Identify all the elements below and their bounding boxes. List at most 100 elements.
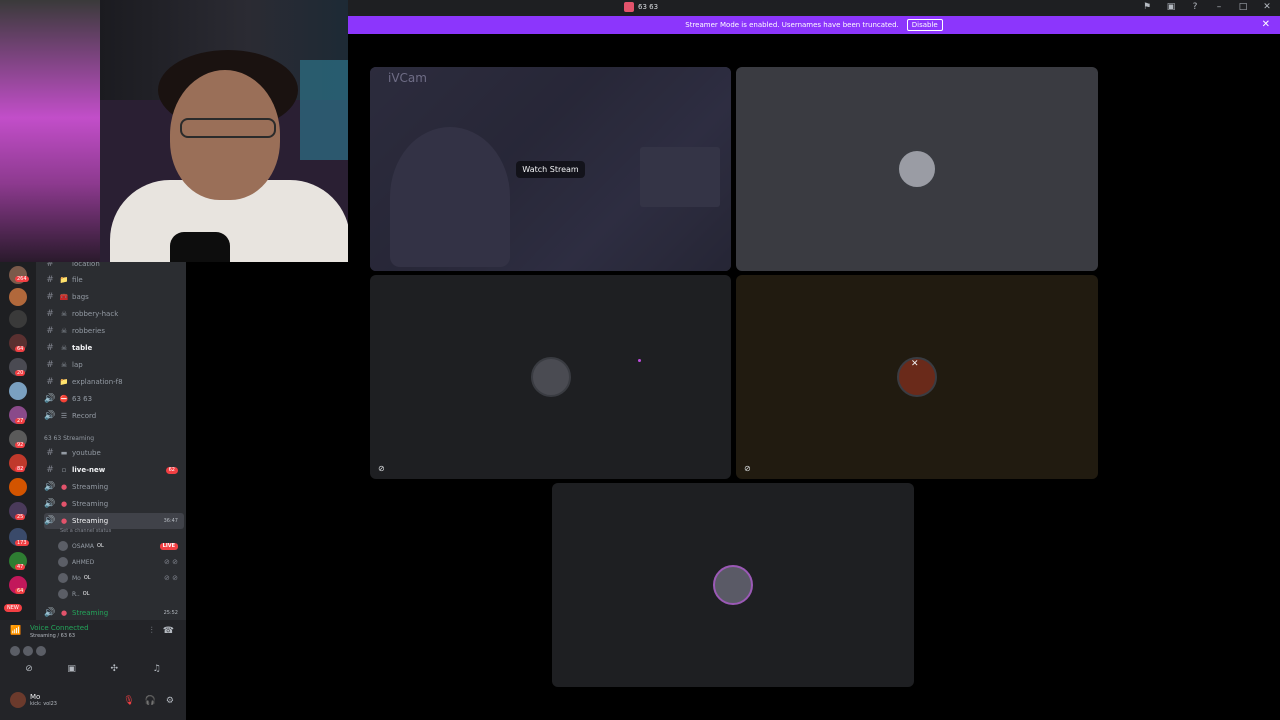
speaker-icon: 🔊 xyxy=(44,608,56,618)
server-icon[interactable] xyxy=(9,288,27,306)
voice-action-bar: ⊘ ▣ ✣ ♫ xyxy=(8,664,178,674)
window-title: 63 63 xyxy=(624,2,658,12)
channel-name: 63 63 xyxy=(72,395,93,403)
server-icon[interactable] xyxy=(9,478,27,496)
channel-item[interactable]: # ☠ robberies xyxy=(44,323,184,339)
channel-icon: # xyxy=(46,343,54,353)
speaker-icon: 🔊 xyxy=(44,516,56,526)
server-badge: 92 xyxy=(15,442,26,448)
screen-share-icon[interactable]: ▣ xyxy=(67,664,76,674)
participant-tile[interactable]: ⊘ xyxy=(370,275,731,479)
server-icon[interactable] xyxy=(9,310,27,328)
channel-emoji: 📁 xyxy=(59,378,69,386)
voice-controls: ⫶ ☎ xyxy=(151,626,174,636)
channel-name: live-new xyxy=(72,466,106,474)
channel-emoji: ☠ xyxy=(60,327,68,335)
server-badge: 27 xyxy=(15,418,26,424)
voice-channel-item[interactable]: 🔊 ● Streaming 25:52 xyxy=(44,605,184,620)
title-bar: 63 63 ⚑ ▣ ? – □ ✕ xyxy=(348,0,1280,16)
webcam-overlay xyxy=(0,0,348,262)
channel-category[interactable]: 63 63 Streaming xyxy=(44,435,94,442)
channel-item[interactable]: # ☠ robbery-hack xyxy=(44,306,184,322)
server-rail: 264 64 20 27 92 82 25 173 47 64 NEW xyxy=(0,262,36,682)
gear-icon[interactable]: ⚙ xyxy=(166,696,174,706)
channel-item[interactable]: # ☠ table xyxy=(44,340,184,356)
channel-item[interactable]: # ☠ lap xyxy=(44,357,184,373)
voice-channel-item[interactable]: 🔊 ● Streaming xyxy=(44,496,184,512)
server-icon[interactable] xyxy=(9,382,27,400)
channel-item[interactable]: # ▫ live-new 62 xyxy=(44,462,184,478)
close-window-icon[interactable]: ✕ xyxy=(1260,2,1274,12)
watch-stream-button[interactable]: Watch Stream xyxy=(516,160,585,178)
new-servers-badge[interactable]: NEW xyxy=(4,604,22,612)
maximize-icon[interactable]: □ xyxy=(1236,2,1250,12)
channel-emoji: ▬ xyxy=(60,449,68,457)
banner-close-icon[interactable]: ✕ xyxy=(1262,19,1270,30)
participant-tile[interactable] xyxy=(552,483,914,687)
signal-icon[interactable]: 📶 xyxy=(10,626,21,636)
avatar xyxy=(530,357,571,397)
voice-user[interactable]: OSAMA OL LIVE xyxy=(58,539,182,553)
noise-suppression-icon[interactable]: ⫶ xyxy=(151,626,153,636)
camera-off-icon[interactable]: ⊘ xyxy=(25,664,33,674)
channel-item[interactable]: # 📁 explanation-f8 xyxy=(44,374,184,390)
channel-item[interactable]: # 🧰 bags xyxy=(44,289,184,305)
disconnect-icon[interactable]: ☎ xyxy=(163,626,174,636)
activities-icon[interactable]: ✣ xyxy=(111,664,119,674)
speaker-icon: 🔊 xyxy=(44,499,56,509)
participant-tile[interactable] xyxy=(736,67,1098,271)
user-name: R.. xyxy=(72,590,80,598)
live-badge: LIVE xyxy=(159,542,178,550)
participant-tile[interactable]: ✕ ⊘ xyxy=(736,275,1098,479)
user-name: Mo xyxy=(72,574,81,582)
voice-channel-item[interactable]: 🔊 ● Streaming xyxy=(44,479,184,495)
stream-tile[interactable]: iVCam Watch Stream xyxy=(370,67,731,271)
channel-emoji: ☠ xyxy=(60,344,68,352)
active-voice-channel[interactable]: 🔊 ● Streaming 36:47 xyxy=(44,513,184,529)
voice-location[interactable]: Streaming / 63 63 xyxy=(30,633,75,639)
server-badge: 82 xyxy=(15,466,26,472)
speaker-icon: 🔊 xyxy=(44,411,56,421)
avatar xyxy=(58,557,68,567)
user-name: OSAMA xyxy=(72,542,95,550)
channel-emoji: ☠ xyxy=(60,310,68,318)
voice-user[interactable]: AHMED ⊘ ⊘ xyxy=(58,555,182,569)
mention-count-badge: 62 xyxy=(165,466,178,474)
channel-name: Streaming xyxy=(72,500,109,508)
flag-icon[interactable]: ⚑ xyxy=(1140,2,1154,12)
channel-status[interactable]: Set a channel status xyxy=(60,528,111,534)
avatar xyxy=(23,646,33,656)
channel-emoji: ☰ xyxy=(60,412,68,420)
channel-item[interactable]: # 📁 file xyxy=(44,272,184,288)
channel-timer: 25:52 xyxy=(163,610,178,616)
channel-icon: # xyxy=(46,465,54,475)
channel-icon: # xyxy=(46,262,54,269)
channel-item[interactable]: # ▬ youtube xyxy=(44,445,184,461)
minimize-icon[interactable]: – xyxy=(1212,2,1226,12)
deafened-icon[interactable]: 🎧 xyxy=(145,696,156,706)
channel-name: bags xyxy=(72,293,89,301)
streamer-mode-banner: Streamer Mode is enabled. Usernames have… xyxy=(348,16,1280,34)
help-icon[interactable]: ? xyxy=(1188,2,1202,12)
mic-muted-icon[interactable]: 🎙 xyxy=(123,696,134,706)
channel-emoji: ▫ xyxy=(61,466,67,474)
user-panel[interactable]: Mo kick: vol23 xyxy=(10,692,57,708)
inbox-icon[interactable]: ▣ xyxy=(1164,2,1178,12)
channel-icon: # xyxy=(46,275,54,285)
user-tag: OL xyxy=(82,591,90,597)
channel-icon: # xyxy=(46,448,54,458)
disable-button[interactable]: Disable xyxy=(906,19,943,31)
channel-item[interactable]: # location xyxy=(44,262,184,272)
camera-off-icon: ⊘ xyxy=(744,464,751,473)
avatar xyxy=(10,692,26,708)
channel-name: Streaming xyxy=(72,517,109,525)
channel-emoji: 🧰 xyxy=(59,293,69,301)
voice-channel-item[interactable]: 🔊 ⛔ 63 63 xyxy=(44,391,184,407)
channel-emoji: ● xyxy=(60,483,68,491)
voice-participants xyxy=(10,646,46,656)
soundboard-icon[interactable]: ♫ xyxy=(153,664,161,674)
channel-name: Streaming xyxy=(72,609,109,617)
voice-channel-item[interactable]: 🔊 ☰ Record xyxy=(44,408,184,424)
voice-user[interactable]: Mo OL ⊘ ⊘ xyxy=(58,571,182,585)
voice-user[interactable]: R.. OL xyxy=(58,587,182,601)
